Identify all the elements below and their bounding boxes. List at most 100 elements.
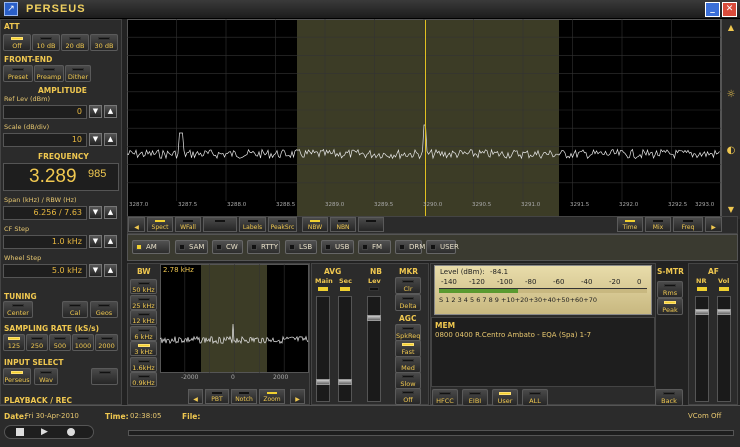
mode-fm-button[interactable]: FM	[358, 240, 391, 254]
close-icon[interactable]: ✕	[722, 2, 737, 17]
cf-down-icon[interactable]: ▼	[89, 235, 102, 248]
wheel-step-field[interactable]: 5.0 kHz	[3, 264, 87, 278]
freq-button[interactable]: Freq	[673, 217, 703, 232]
mkr-delta-button[interactable]: Delta	[395, 294, 421, 311]
agc-spkreq-button[interactable]: SpkReq	[395, 324, 421, 341]
agc-off-button[interactable]: Off	[395, 388, 421, 405]
minimize-icon[interactable]: _	[705, 2, 720, 17]
input-wav-button[interactable]: Wav	[34, 368, 58, 385]
mode-cw-button[interactable]: CW	[212, 240, 243, 254]
sr-2000-button[interactable]: 2000	[95, 334, 118, 351]
bw-left-icon[interactable]: ◀	[188, 389, 203, 404]
span-down-icon[interactable]: ▼	[89, 206, 102, 219]
notch-button[interactable]: Notch	[231, 389, 257, 404]
bw-6khz-button[interactable]: 6 kHz	[130, 325, 157, 341]
scale-field[interactable]: 10	[3, 133, 87, 147]
sr-125-button[interactable]: 125	[3, 334, 25, 351]
spect-button[interactable]: Spect	[147, 217, 173, 232]
sr-500-button[interactable]: 500	[49, 334, 71, 351]
peaksrc-button[interactable]: PeakSrc	[268, 217, 297, 232]
all-button[interactable]: ALL	[522, 389, 548, 406]
mode-am-button[interactable]: AM	[132, 240, 170, 254]
user-button[interactable]: User	[492, 389, 518, 406]
playback-progress[interactable]	[128, 430, 734, 436]
mode-lsb-button[interactable]: LSB	[285, 240, 317, 254]
span-up-icon[interactable]: ▲	[104, 206, 117, 219]
dither-button[interactable]: Dither	[65, 65, 91, 82]
agc-med-button[interactable]: Med	[395, 356, 421, 373]
wfall-button[interactable]: WFall	[175, 217, 201, 232]
avg-main-slider[interactable]	[316, 296, 330, 402]
scale-down-icon[interactable]: ▼	[89, 133, 102, 146]
smtr-peak-button[interactable]: Peak	[657, 298, 683, 315]
time-button[interactable]: Time	[617, 217, 643, 232]
labels-button[interactable]: Labels	[239, 217, 266, 232]
mode-usb-button[interactable]: USB	[321, 240, 354, 254]
bw-50khz-button[interactable]: 50 kHz	[130, 279, 157, 294]
avg-sec-slider[interactable]	[338, 296, 352, 402]
mode-drm-button[interactable]: DRM	[395, 240, 425, 254]
eibi-button[interactable]: EIBI	[462, 389, 488, 406]
pbt-button[interactable]: PBT	[205, 389, 229, 404]
ref-down-icon[interactable]: ▼	[89, 105, 102, 118]
att-20db-button[interactable]: 20 dB	[61, 34, 89, 51]
preset-button[interactable]: Preset	[3, 65, 33, 82]
mix-button[interactable]: Mix	[645, 217, 671, 232]
preamp-button[interactable]: Preamp	[34, 65, 64, 82]
frequency-display[interactable]: 3.289 985	[3, 163, 119, 191]
freq-tick: 3291.0	[521, 202, 541, 208]
play-icon[interactable]: ▶	[41, 427, 48, 437]
tuning-cursor[interactable]	[425, 20, 426, 218]
scroll-up-icon[interactable]: ▲	[725, 23, 737, 33]
bw-3khz-button[interactable]: 3 kHz	[130, 341, 157, 356]
bw-16khz-button[interactable]: 1.6kHz	[130, 356, 157, 372]
stop-icon[interactable]	[16, 428, 24, 436]
nr-slider[interactable]	[695, 296, 709, 402]
nbw-button[interactable]: NBW	[302, 217, 328, 232]
cf-step-field[interactable]: 1.0 kHz	[3, 235, 87, 249]
mode-sam-button[interactable]: SAM	[175, 240, 208, 254]
wheel-up-icon[interactable]: ▲	[104, 264, 117, 277]
mode-user-button[interactable]: USER	[426, 240, 459, 254]
back-button[interactable]: Back	[655, 389, 683, 406]
span-field[interactable]: 6.256 / 7.63	[3, 206, 87, 220]
input-perseus-button[interactable]: Perseus	[3, 368, 31, 385]
center-button[interactable]: Center	[3, 301, 33, 318]
bw-right-icon[interactable]: ▶	[290, 389, 305, 404]
bw-25khz-button[interactable]: 25 kHz	[130, 294, 157, 310]
att-30db-button[interactable]: 30 dB	[90, 34, 118, 51]
contrast-icon[interactable]: ◐	[725, 145, 737, 157]
att-off-button[interactable]: Off	[3, 34, 31, 51]
bw-09khz-button[interactable]: 0.9kHz	[130, 372, 157, 387]
mem-entry[interactable]: 0800 0400 R.Centro Ambato - EQA (Spa) 1-…	[435, 331, 591, 339]
spectrum-right-icon[interactable]: ▶	[705, 217, 722, 232]
cal-button[interactable]: Cal	[62, 301, 88, 318]
sr-250-button[interactable]: 250	[26, 334, 48, 351]
ref-level-field[interactable]: 0	[3, 105, 87, 119]
cf-up-icon[interactable]: ▲	[104, 235, 117, 248]
hfcc-button[interactable]: HFCC	[432, 389, 458, 406]
nb-slider[interactable]	[367, 296, 381, 402]
brightness-icon[interactable]: ☼	[725, 89, 737, 101]
mode-rtty-button[interactable]: RTTY	[247, 240, 280, 254]
scale-up-icon[interactable]: ▲	[104, 133, 117, 146]
nbn-button[interactable]: NBN	[330, 217, 356, 232]
geos-button[interactable]: Geos	[90, 301, 118, 318]
att-10db-button[interactable]: 10 dB	[32, 34, 60, 51]
vol-slider[interactable]	[717, 296, 731, 402]
mkr-clr-button[interactable]: Clr	[395, 277, 421, 294]
agc-slow-button[interactable]: Slow	[395, 372, 421, 389]
ref-up-icon[interactable]: ▲	[104, 105, 117, 118]
input-extra-button[interactable]	[91, 368, 118, 385]
record-icon[interactable]	[67, 428, 75, 436]
blank-button-2[interactable]	[358, 217, 384, 232]
wheel-down-icon[interactable]: ▼	[89, 264, 102, 277]
spectrum-left-icon[interactable]: ◀	[128, 217, 145, 232]
scroll-down-icon[interactable]: ▼	[725, 205, 737, 215]
zoom-button[interactable]: Zoom	[259, 389, 285, 404]
smtr-rms-button[interactable]: Rms	[657, 281, 683, 298]
bw-12khz-button[interactable]: 12 kHz	[130, 310, 157, 325]
sr-1000-button[interactable]: 1000	[72, 334, 94, 351]
blank-button[interactable]	[203, 217, 237, 232]
agc-fast-button[interactable]: Fast	[395, 340, 421, 357]
